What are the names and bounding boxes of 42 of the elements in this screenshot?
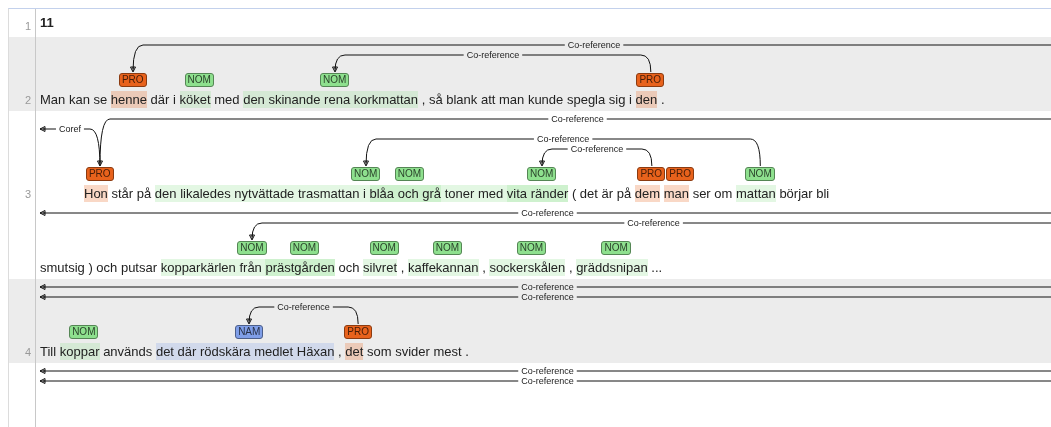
- arc-label: Co-reference: [521, 376, 574, 385]
- entity-tag[interactable]: NOM: [527, 167, 557, 181]
- sentence-text: smutsig ) och putsar kopparkärlen från prästgården och silvret , kaffekannan , sockerskålen , gräddsnipan ...: [40, 258, 663, 278]
- arc-label: Co-reference: [567, 40, 621, 50]
- arc-label: Co-reference: [627, 218, 680, 228]
- entity-tag[interactable]: NOM: [237, 241, 267, 255]
- entity-tag[interactable]: NOM: [601, 241, 631, 255]
- sentence-text: Till koppar används det där rödskära medlet Häxan , det som svider mest .: [40, 342, 469, 362]
- sentence-text: Man kan se henne där i köket med den skinande rena korkmattan , så blank att man kunde spegla sig i den .: [40, 90, 665, 110]
- entity-tag[interactable]: PRO: [636, 73, 665, 87]
- arc-label: Co-reference: [521, 208, 574, 217]
- arc-label: Co-reference: [521, 282, 574, 291]
- line-number: 1: [24, 19, 31, 34]
- entity-tag[interactable]: NOM: [351, 167, 381, 181]
- sentence-text: Hon står på den likaledes nytvättade trasmattan i blåa och grå toner med vita ränder ( det är på dem man ser om mattan börjar bli: [84, 184, 830, 204]
- entity-tag[interactable]: NOM: [289, 241, 319, 255]
- entity-tag[interactable]: PRO: [85, 167, 114, 181]
- entity-tag[interactable]: NOM: [369, 241, 399, 255]
- entity-tag[interactable]: PRO: [118, 73, 147, 87]
- entity-tag[interactable]: PRO: [666, 167, 695, 181]
- entity-tag[interactable]: PRO: [344, 325, 372, 339]
- line-number: 4: [24, 345, 31, 360]
- entity-tag[interactable]: NOM: [432, 241, 463, 255]
- sentence-text: 11: [40, 14, 54, 32]
- entity-tag[interactable]: NOM: [184, 73, 214, 87]
- arc-label: Co-reference: [521, 366, 574, 375]
- entity-tag[interactable]: NAM: [235, 325, 264, 339]
- entity-tag[interactable]: NOM: [745, 167, 775, 181]
- arc-label: Co-reference: [466, 50, 519, 60]
- arc-label: Co-reference: [277, 302, 330, 312]
- entity-tag[interactable]: NOM: [394, 167, 425, 181]
- line-number: 2: [24, 93, 31, 108]
- arc-label: Coref: [58, 124, 81, 134]
- entity-tag[interactable]: NOM: [69, 325, 99, 339]
- arc-label: Co-reference: [536, 134, 589, 144]
- entity-tag[interactable]: NOM: [320, 73, 350, 87]
- entity-tag[interactable]: NOM: [516, 241, 547, 255]
- line-number: 3: [24, 187, 31, 202]
- arc-label: Co-reference: [521, 292, 574, 301]
- arc-label: Co-reference: [551, 114, 604, 124]
- entity-tag[interactable]: PRO: [637, 167, 666, 181]
- arc-label: Co-reference: [570, 144, 623, 154]
